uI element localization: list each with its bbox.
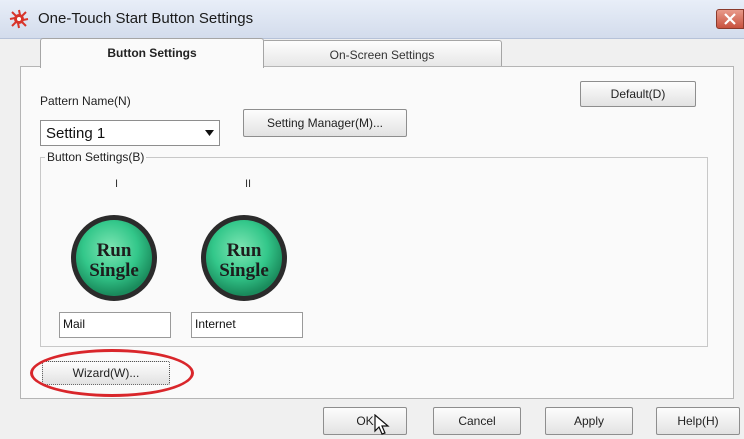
pattern-name-label: Pattern Name(N) (40, 94, 131, 108)
run-single-button-1[interactable]: Run Single (70, 214, 158, 302)
run-icon-line1: Run (97, 240, 132, 261)
tab-button-settings[interactable]: Button Settings (40, 38, 264, 68)
slot-index-label: I (115, 178, 119, 190)
title-bar: One-Touch Start Button Settings (0, 0, 744, 39)
run-icon-line1: Run (227, 240, 262, 261)
chevron-down-icon[interactable] (201, 124, 217, 142)
window-title: One-Touch Start Button Settings (38, 10, 254, 27)
default-button[interactable]: Default(D) (580, 81, 696, 107)
apply-button[interactable]: Apply (545, 407, 633, 435)
button-name-input-1[interactable]: Mail (59, 312, 171, 338)
mouse-pointer-icon (374, 414, 390, 435)
ok-button[interactable]: OK (323, 407, 407, 435)
pattern-name-select[interactable]: Setting 1 (40, 120, 220, 146)
button-settings-group-label: Button Settings(B) (45, 150, 147, 164)
run-icon-line2: Single (219, 260, 269, 281)
slot-index-label: II (245, 178, 252, 190)
app-icon (9, 9, 29, 29)
cancel-button[interactable]: Cancel (433, 407, 521, 435)
help-button[interactable]: Help(H) (656, 407, 740, 435)
close-button[interactable] (716, 9, 744, 29)
pattern-name-value: Setting 1 (46, 125, 106, 142)
run-single-button-2[interactable]: Run Single (200, 214, 288, 302)
highlight-ring (30, 349, 194, 397)
close-icon (724, 13, 736, 25)
setting-manager-button[interactable]: Setting Manager(M)... (243, 109, 407, 137)
run-icon-line2: Single (89, 260, 139, 281)
tab-on-screen-settings[interactable]: On-Screen Settings (262, 40, 502, 67)
settings-window: One-Touch Start Button Settings Button S… (0, 0, 744, 439)
button-name-input-2[interactable]: Internet (191, 312, 303, 338)
